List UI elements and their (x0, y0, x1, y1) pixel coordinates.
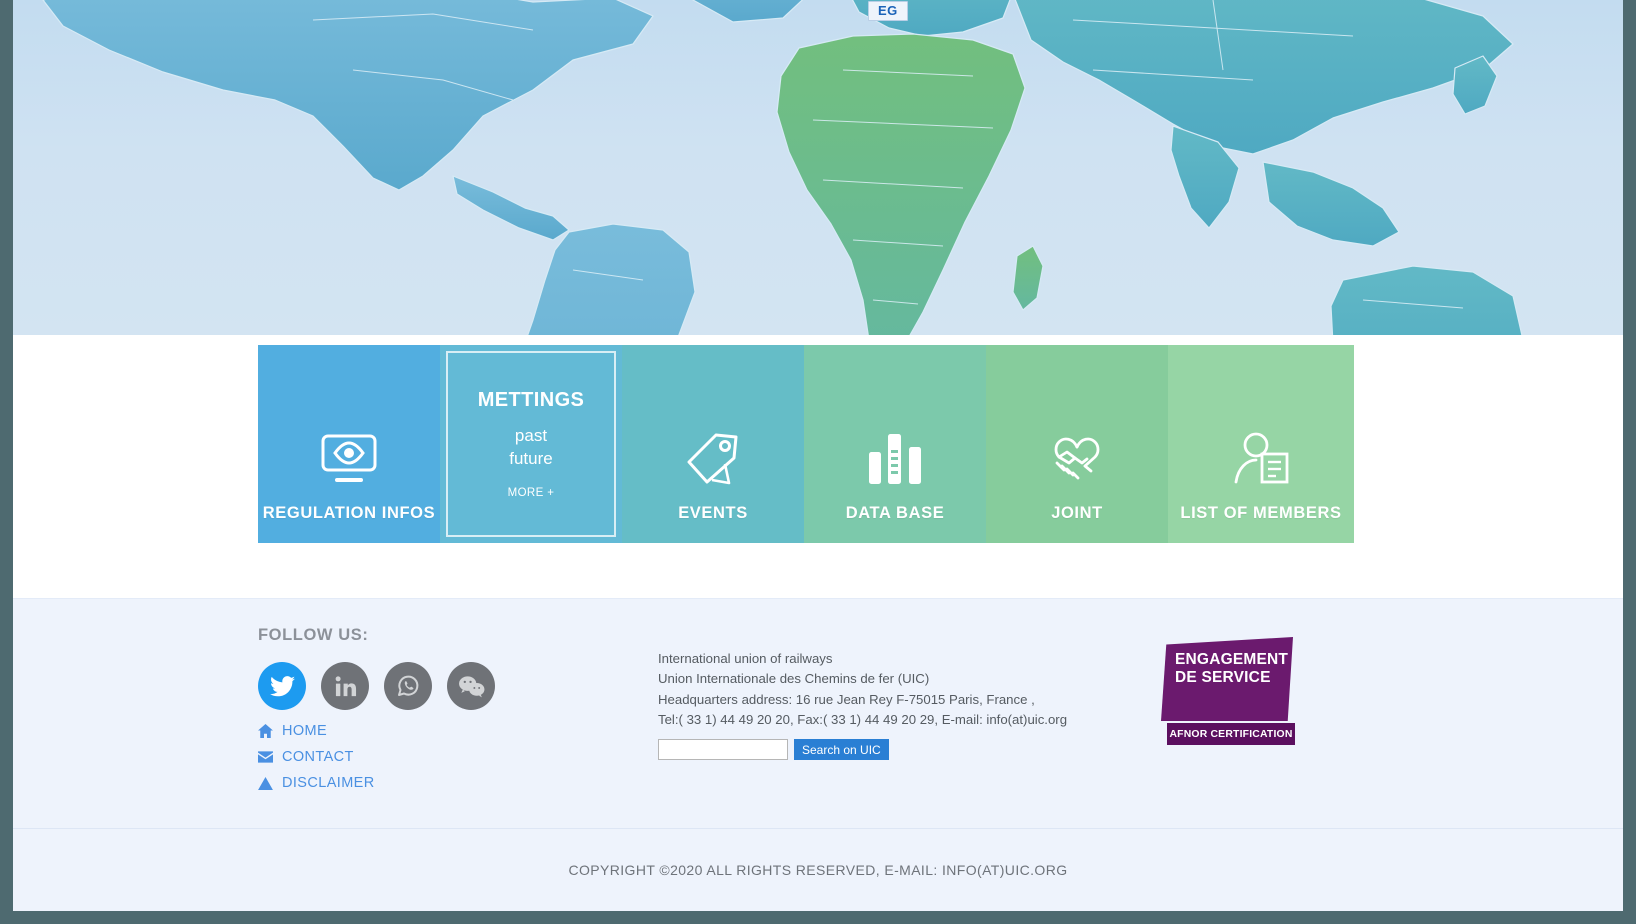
tags-icon (684, 430, 742, 488)
footer-link-disclaimer[interactable]: DISCLAIMER (258, 775, 375, 791)
tile-sub-past[interactable]: past (515, 425, 547, 448)
world-map-svg[interactable] (13, 0, 1623, 335)
map-country-tooltip: EG (868, 1, 908, 21)
wechat-icon[interactable] (447, 662, 495, 710)
footer-link-label: HOME (282, 723, 328, 739)
badge-line-1: ENGAGEMENT (1175, 651, 1289, 668)
tile-label: METTINGS (477, 388, 585, 411)
search-input[interactable] (658, 739, 788, 760)
tile-sub-future[interactable]: future (509, 448, 552, 471)
linkedin-icon[interactable] (321, 662, 369, 710)
badge-certification-label: AFNOR CERTIFICATION (1169, 728, 1293, 740)
tile-label: EVENTS (678, 504, 748, 522)
twitter-icon[interactable] (258, 662, 306, 710)
bar-chart-icon (867, 430, 923, 488)
footer-link-home[interactable]: HOME (258, 723, 375, 739)
tile-joint[interactable]: JOINT (986, 345, 1168, 543)
address-line: Union Internationale des Chemins de fer … (658, 671, 930, 687)
follow-us-heading: FOLLOW US: (258, 626, 369, 644)
tile-data-base[interactable]: DATA BASE (804, 345, 986, 543)
envelope-icon (258, 750, 273, 765)
tile-events[interactable]: EVENTS (622, 345, 804, 543)
search-button[interactable]: Search on UIC (794, 739, 889, 760)
site-footer: FOLLOW US: HOME CONTACT DISCLAIMER Inter… (13, 598, 1623, 828)
footer-link-label: CONTACT (282, 749, 354, 765)
footer-search: Search on UIC (658, 739, 889, 760)
home-icon (258, 724, 273, 739)
quick-links-tiles: REGULATION INFOS METTINGS past future MO… (258, 345, 1354, 543)
tile-label: LIST OF MEMBERS (1180, 504, 1342, 522)
tile-label: JOINT (1051, 504, 1103, 522)
badge-bottom-panel: AFNOR CERTIFICATION (1167, 723, 1295, 745)
tile-regulation-infos[interactable]: REGULATION INFOS (258, 345, 440, 543)
person-document-icon (1232, 430, 1290, 488)
badge-top-panel: ENGAGEMENT DE SERVICE (1161, 637, 1293, 721)
address-line: Tel:( 33 1) 44 49 20 20, Fax:( 33 1) 44 … (658, 711, 1068, 727)
tile-inner-border: METTINGS past future MORE + (446, 351, 616, 537)
organization-address: International union of railways Union In… (658, 649, 1078, 730)
eye-monitor-icon (318, 430, 380, 488)
tile-label: REGULATION INFOS (262, 504, 436, 522)
social-links (258, 662, 495, 710)
copyright-bar: COPYRIGHT ©2020 ALL RIGHTS RESERVED, E-M… (13, 828, 1623, 911)
quick-links-band: REGULATION INFOS METTINGS past future MO… (13, 335, 1623, 598)
badge-line-2: DE SERVICE (1175, 668, 1271, 686)
handshake-heart-icon (1046, 430, 1108, 488)
footer-link-contact[interactable]: CONTACT (258, 749, 375, 765)
tile-label: DATA BASE (845, 504, 945, 522)
address-line: International union of railways (658, 651, 833, 666)
tile-more-link[interactable]: MORE + (508, 487, 555, 499)
tile-mettings[interactable]: METTINGS past future MORE + (440, 345, 622, 543)
warning-triangle-icon (258, 776, 273, 791)
address-line: Headquarters address: 16 rue Jean Rey F-… (658, 691, 1035, 707)
page-frame: EG REGULATION INFOS METTINGS past future… (13, 0, 1623, 911)
world-map-header[interactable]: EG (13, 0, 1623, 335)
whatsapp-icon[interactable] (384, 662, 432, 710)
footer-link-label: DISCLAIMER (282, 775, 375, 791)
footer-nav: HOME CONTACT DISCLAIMER (258, 723, 375, 801)
tile-list-of-members[interactable]: LIST OF MEMBERS (1168, 345, 1354, 543)
copyright-text: COPYRIGHT ©2020 ALL RIGHTS RESERVED, E-M… (568, 862, 1068, 878)
afnor-certification-badge: ENGAGEMENT DE SERVICE AFNOR CERTIFICATIO… (1161, 637, 1301, 749)
